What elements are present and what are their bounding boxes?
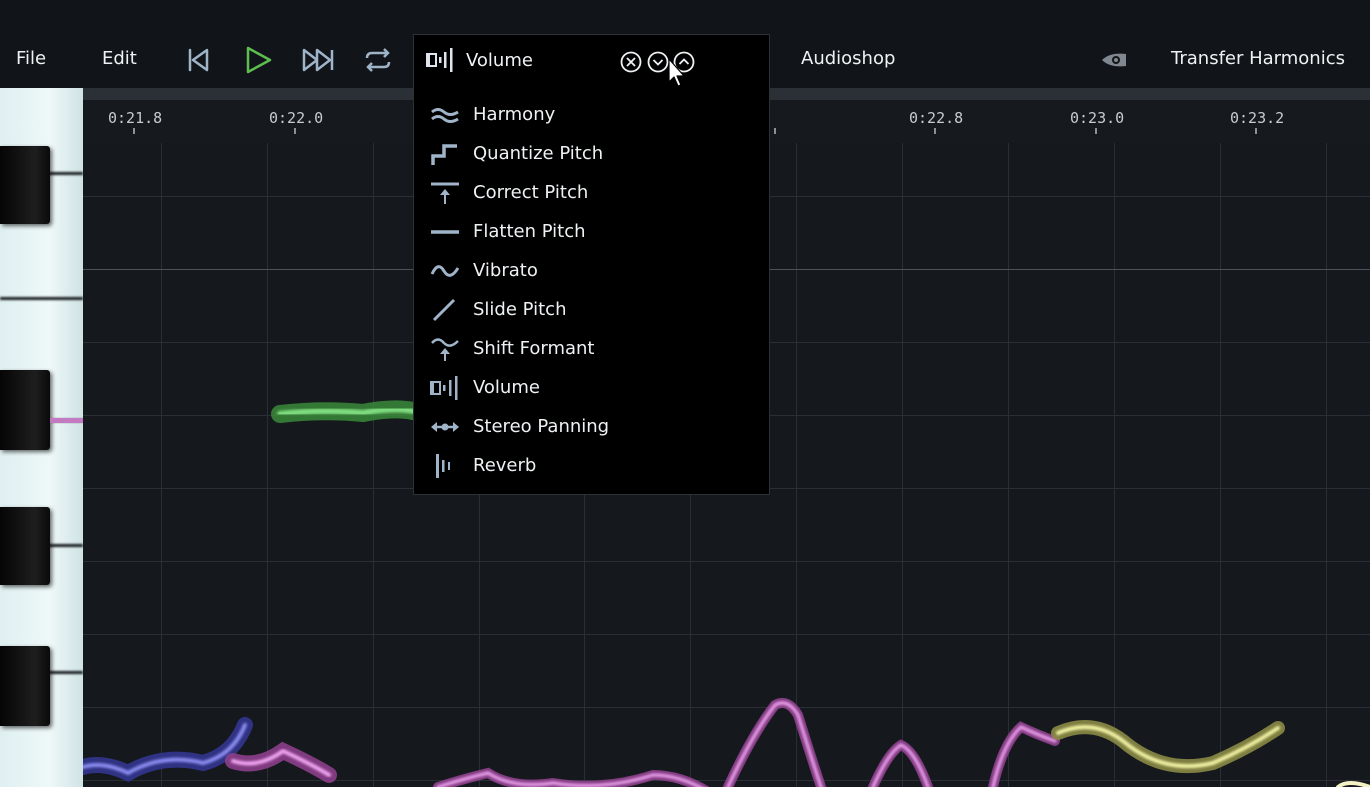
correct-pitch-icon — [431, 182, 459, 204]
flatten-pitch-icon — [431, 230, 459, 234]
tick-label: 0:23.0 — [1070, 109, 1125, 127]
tool-item-stereo-panning[interactable]: Stereo Panning — [414, 407, 769, 446]
yellow-note-edge — [1336, 781, 1370, 787]
play-icon — [246, 46, 272, 74]
reverb-icon — [436, 454, 450, 478]
black-key[interactable] — [0, 146, 50, 224]
tool-item-label: Shift Formant — [473, 338, 595, 359]
black-key[interactable] — [0, 370, 50, 450]
transfer-harmonics-button[interactable]: Transfer Harmonics — [1171, 48, 1345, 69]
close-circle-icon — [620, 51, 642, 73]
tool-item-correct-pitch[interactable]: Correct Pitch — [414, 173, 769, 212]
tool-item-quantize-pitch[interactable]: Quantize Pitch — [414, 134, 769, 173]
tool-item-label: Stereo Panning — [473, 416, 610, 437]
piano-keyboard[interactable] — [0, 88, 83, 787]
tool-item-reverb[interactable]: Reverb — [414, 446, 769, 485]
play-button[interactable] — [242, 44, 274, 76]
vibrato-icon — [430, 265, 460, 277]
tool-item-volume[interactable]: Volume — [414, 368, 769, 407]
tool-dropdown[interactable]: Volume Harmony Quantize Pitch Correct Pi… — [413, 34, 770, 495]
skip-to-start-button[interactable] — [182, 44, 214, 76]
loop-icon — [365, 48, 391, 72]
stereo-panning-icon — [431, 422, 459, 432]
tick-mark — [1255, 128, 1257, 134]
tick-label: 0:22.8 — [909, 109, 964, 127]
pink-curve-long — [433, 698, 1060, 787]
slide-pitch-icon — [432, 298, 456, 322]
tick-label: 0:23.2 — [1230, 109, 1285, 127]
next-tool-button[interactable] — [647, 51, 669, 73]
tool-item-shift-formant[interactable]: Shift Formant — [414, 329, 769, 368]
shift-formant-icon — [431, 338, 459, 361]
tick-label: 0:22.0 — [269, 109, 324, 127]
black-key[interactable] — [0, 646, 50, 726]
tool-item-label: Vibrato — [473, 260, 538, 281]
tick-label: 0:21.8 — [108, 109, 163, 127]
tick-mark — [934, 128, 936, 134]
tool-item-label: Slide Pitch — [473, 299, 567, 320]
mouse-cursor-icon — [668, 58, 685, 87]
skip-to-start-icon — [188, 48, 209, 72]
tool-item-vibrato[interactable]: Vibrato — [414, 251, 769, 290]
loop-button[interactable] — [362, 44, 394, 76]
eye-icon — [1102, 53, 1126, 67]
pink-note-marker — [50, 418, 83, 423]
harmony-icon — [431, 108, 459, 123]
edit-menu[interactable]: Edit — [102, 48, 137, 69]
tick-mark — [774, 128, 776, 134]
tool-item-label: Harmony — [473, 104, 556, 125]
tool-item-slide-pitch[interactable]: Slide Pitch — [414, 290, 769, 329]
tool-item-flatten-pitch[interactable]: Flatten Pitch — [414, 212, 769, 251]
selected-tool-label: Volume — [466, 50, 533, 71]
volume-icon — [426, 48, 453, 72]
tool-item-label: Quantize Pitch — [473, 143, 604, 164]
tool-item-label: Reverb — [473, 455, 537, 476]
quantize-pitch-icon — [431, 144, 457, 165]
volume-icon — [430, 376, 458, 400]
key-separator — [0, 297, 83, 300]
tick-mark — [133, 128, 135, 134]
tool-item-label: Flatten Pitch — [473, 221, 586, 242]
tool-item-label: Volume — [473, 377, 540, 398]
tick-mark — [1095, 128, 1097, 134]
eye-button[interactable] — [1100, 50, 1128, 70]
close-button[interactable] — [620, 51, 642, 73]
chevron-down-circle-icon — [647, 51, 669, 73]
fast-forward-button[interactable] — [302, 44, 334, 76]
black-key[interactable] — [0, 507, 50, 585]
file-menu[interactable]: File — [16, 48, 46, 69]
fast-forward-icon — [302, 48, 334, 72]
tool-item-harmony[interactable]: Harmony — [414, 95, 769, 134]
tool-item-label: Correct Pitch — [473, 182, 589, 203]
audioshop-button[interactable]: Audioshop — [801, 48, 895, 69]
tick-mark — [294, 128, 296, 134]
